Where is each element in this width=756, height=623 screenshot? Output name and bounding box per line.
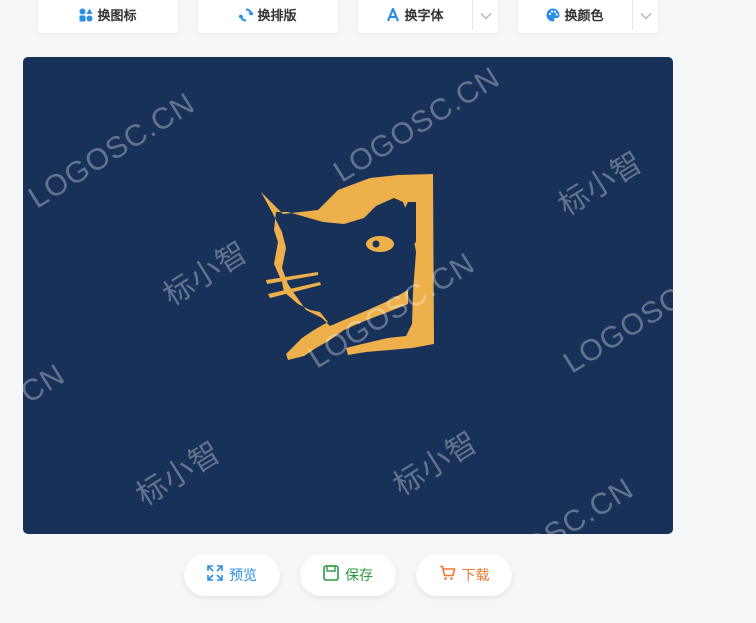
change-layout-label: 换排版 <box>257 9 297 24</box>
watermark-text: 标小智 <box>130 435 228 513</box>
download-label: 下载 <box>461 568 490 584</box>
change-layout-button[interactable]: 换排版 <box>198 0 338 33</box>
chevron-down-icon <box>479 5 492 24</box>
watermark-text: 标小智 <box>387 425 485 503</box>
preview-label: 预览 <box>229 568 257 584</box>
change-color-label: 换颜色 <box>564 9 604 24</box>
chevron-down-icon <box>639 5 652 24</box>
watermark-text: OSC.CN <box>518 471 640 534</box>
save-label: 保存 <box>345 568 373 584</box>
change-layout-content: 换排版 <box>198 0 338 33</box>
preview-button[interactable]: 预览 <box>184 554 280 596</box>
cart-icon <box>439 565 456 585</box>
change-color-button[interactable]: 换颜色 <box>518 0 658 33</box>
watermark-text: LOGOSC.CN <box>328 60 506 189</box>
palette-icon <box>546 8 560 22</box>
change-font-button[interactable]: 换字体 <box>358 0 498 33</box>
font-dropdown-toggle[interactable] <box>473 0 498 33</box>
color-dropdown-toggle[interactable] <box>633 0 658 33</box>
font-a-icon <box>386 7 400 22</box>
change-font-content: 换字体 <box>358 0 472 33</box>
refresh-icon <box>239 8 254 22</box>
change-icon-content: 换图标 <box>38 0 178 33</box>
watermark-text: 标小智 <box>552 145 650 223</box>
change-font-label: 换字体 <box>404 9 444 24</box>
change-icon-label: 换图标 <box>97 9 137 24</box>
change-color-content: 换颜色 <box>518 0 632 33</box>
change-icon-button[interactable]: 换图标 <box>38 0 178 33</box>
watermark-text: CN <box>23 357 71 410</box>
shapes-icon <box>79 8 93 22</box>
watermark-text: LOGOSC <box>558 280 673 380</box>
logo-canvas: LOGOSC.CN LOGOSC.CN 标小智 标小智 LOGOSC.CN LO… <box>23 57 673 534</box>
save-icon <box>323 565 339 585</box>
save-button[interactable]: 保存 <box>300 554 396 596</box>
watermark-text: 标小智 <box>157 235 255 313</box>
download-button[interactable]: 下载 <box>416 554 512 596</box>
watermark-text: LOGOSC.CN <box>23 86 201 215</box>
expand-icon <box>207 565 223 585</box>
